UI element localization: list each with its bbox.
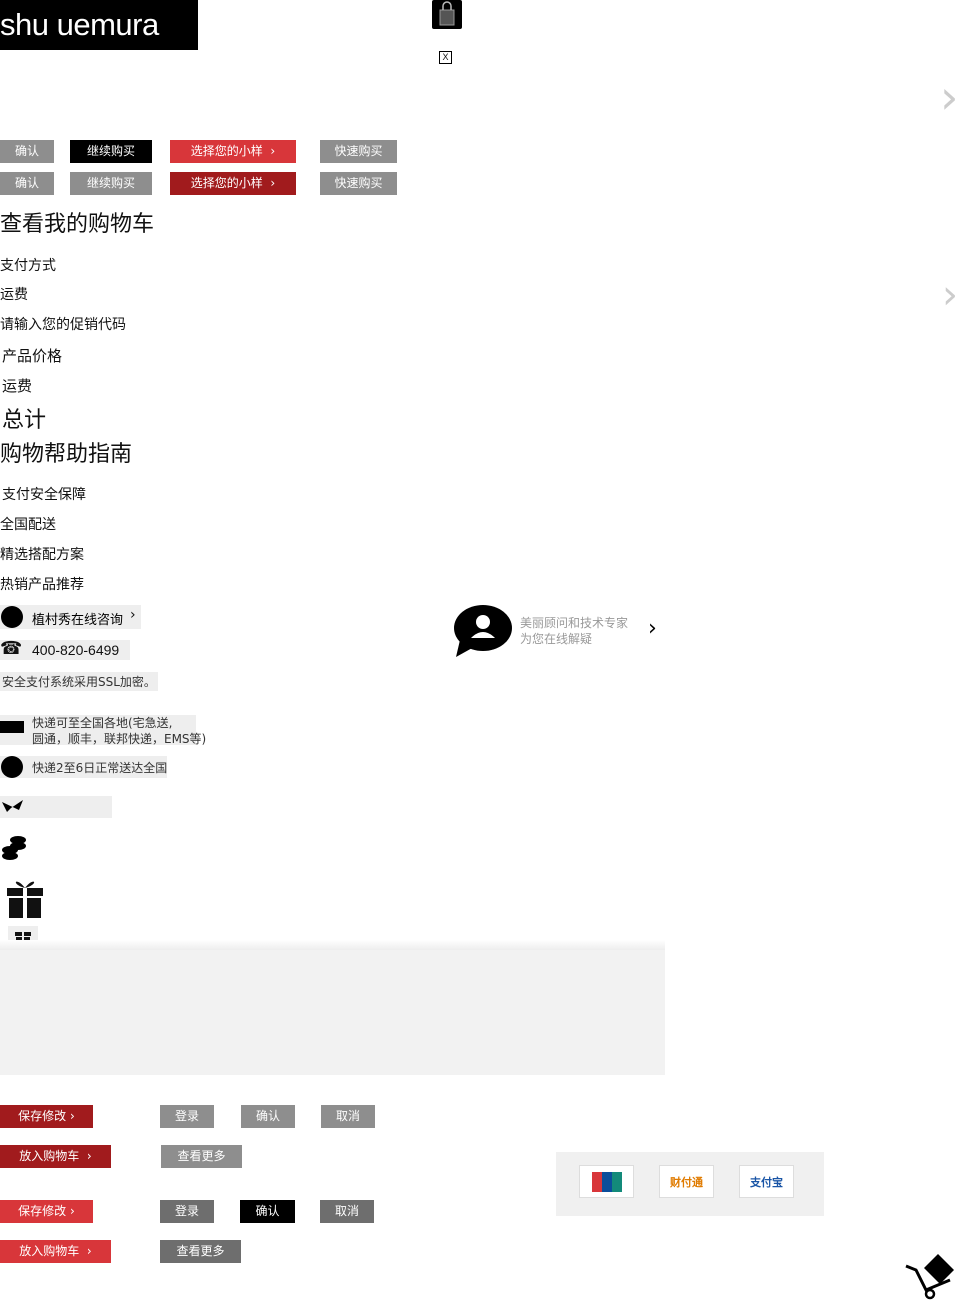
chevron-right-icon: › — [262, 176, 276, 190]
online-consult-link[interactable]: 植村秀在线咨询 › — [0, 605, 141, 629]
login-button[interactable]: 登录 — [160, 1200, 214, 1223]
total-label: 总计 — [2, 408, 47, 433]
confirm-button[interactable]: 确认 — [0, 140, 54, 163]
shipping-label: 运费 — [0, 287, 28, 303]
confirm-button[interactable]: 确认 — [0, 172, 54, 195]
diamond-icon — [1, 756, 23, 778]
content-panel — [0, 950, 665, 1075]
save-changes-button[interactable]: 保存修改 › — [0, 1105, 93, 1128]
cancel-button[interactable]: 取消 — [321, 1105, 375, 1128]
close-button[interactable]: X — [439, 51, 452, 64]
see-more-button[interactable]: 查看更多 — [160, 1240, 241, 1263]
caifutong-logo: 财付通 — [659, 1165, 714, 1198]
save-changes-button[interactable]: 保存修改 › — [0, 1200, 93, 1223]
help-title: 购物帮助指南 — [0, 442, 133, 467]
chevron-right-icon: › — [130, 607, 136, 623]
chat-bubble-icon — [1, 606, 23, 628]
ssl-note: 安全支付系统采用SSL加密。 — [0, 672, 158, 691]
truck-icon — [0, 721, 24, 733]
cart-title: 查看我的购物车 — [0, 212, 155, 237]
chevron-right-icon: › — [648, 616, 657, 641]
add-to-cart-button[interactable]: 放入购物车 › — [0, 1240, 111, 1263]
confirm-button[interactable]: 确认 — [241, 1105, 295, 1128]
shopping-bag-icon[interactable] — [432, 0, 462, 29]
help-item[interactable]: 支付安全保障 — [2, 484, 86, 504]
alipay-logo: 支付宝 — [739, 1165, 794, 1198]
gift-icon — [7, 881, 43, 918]
continue-shopping-button[interactable]: 继续购买 — [70, 140, 152, 163]
see-more-button[interactable]: 查看更多 — [161, 1145, 242, 1168]
next-arrow-icon[interactable]: › — [940, 70, 958, 124]
phone-number: 400-820-6499 — [32, 642, 120, 658]
help-item[interactable]: 精选搭配方案 — [0, 544, 84, 564]
advisor-line1: 美丽顾问和技术专家 — [520, 616, 629, 630]
chevron-right-icon: › — [79, 1149, 92, 1163]
product-price-label: 产品价格 — [2, 347, 63, 365]
brand-logo[interactable]: shu uemura — [0, 0, 198, 50]
phone-row: ☎ 400-820-6499 — [0, 638, 130, 660]
help-item[interactable]: 热销产品推荐 — [0, 574, 84, 594]
continue-shopping-button[interactable]: 继续购买 — [70, 172, 152, 195]
phone-icon: ☎ — [0, 638, 23, 659]
confirm-button[interactable]: 确认 — [240, 1200, 295, 1223]
chevron-right-icon[interactable]: › — [942, 272, 958, 318]
help-item[interactable]: 全国配送 — [0, 514, 56, 534]
payment-method-label: 支付方式 — [0, 258, 56, 274]
payment-logos-box: 财付通 支付宝 — [556, 1152, 824, 1216]
cart-icon[interactable] — [904, 1250, 958, 1300]
choose-samples-button[interactable]: 选择您的小样 › — [170, 140, 296, 163]
delivery-note: 快递可至全国各地(宅急送, 圆通，顺丰，联邦快递，EMS等) — [0, 715, 206, 746]
advisor-banner[interactable]: 美丽顾问和技术专家 为您在线解疑 › — [452, 604, 662, 660]
chevron-right-icon: › — [79, 1244, 92, 1258]
cart-hand-row — [0, 796, 112, 818]
login-button[interactable]: 登录 — [160, 1105, 214, 1128]
advisor-line2: 为您在线解疑 — [520, 632, 593, 646]
advisor-chat-icon — [454, 605, 512, 657]
coins-icon — [2, 836, 26, 860]
shipping-cost-label: 运费 — [2, 377, 33, 395]
chevron-right-icon: › — [66, 1109, 75, 1123]
promo-code-label: 请输入您的促销代码 — [0, 317, 126, 333]
quick-buy-button[interactable]: 快速购买 — [320, 172, 397, 195]
add-to-cart-button[interactable]: 放入购物车 › — [0, 1145, 111, 1168]
quick-buy-button[interactable]: 快速购买 — [320, 140, 397, 163]
cancel-button[interactable]: 取消 — [320, 1200, 374, 1223]
chevron-right-icon: › — [66, 1204, 75, 1218]
cart-hand-icon — [2, 800, 23, 812]
chevron-right-icon: › — [262, 144, 276, 158]
choose-samples-button[interactable]: 选择您的小样 › — [170, 172, 296, 195]
delivery-days-note: 快递2至6日正常送达全国 — [0, 756, 167, 778]
unionpay-logo — [579, 1165, 634, 1198]
